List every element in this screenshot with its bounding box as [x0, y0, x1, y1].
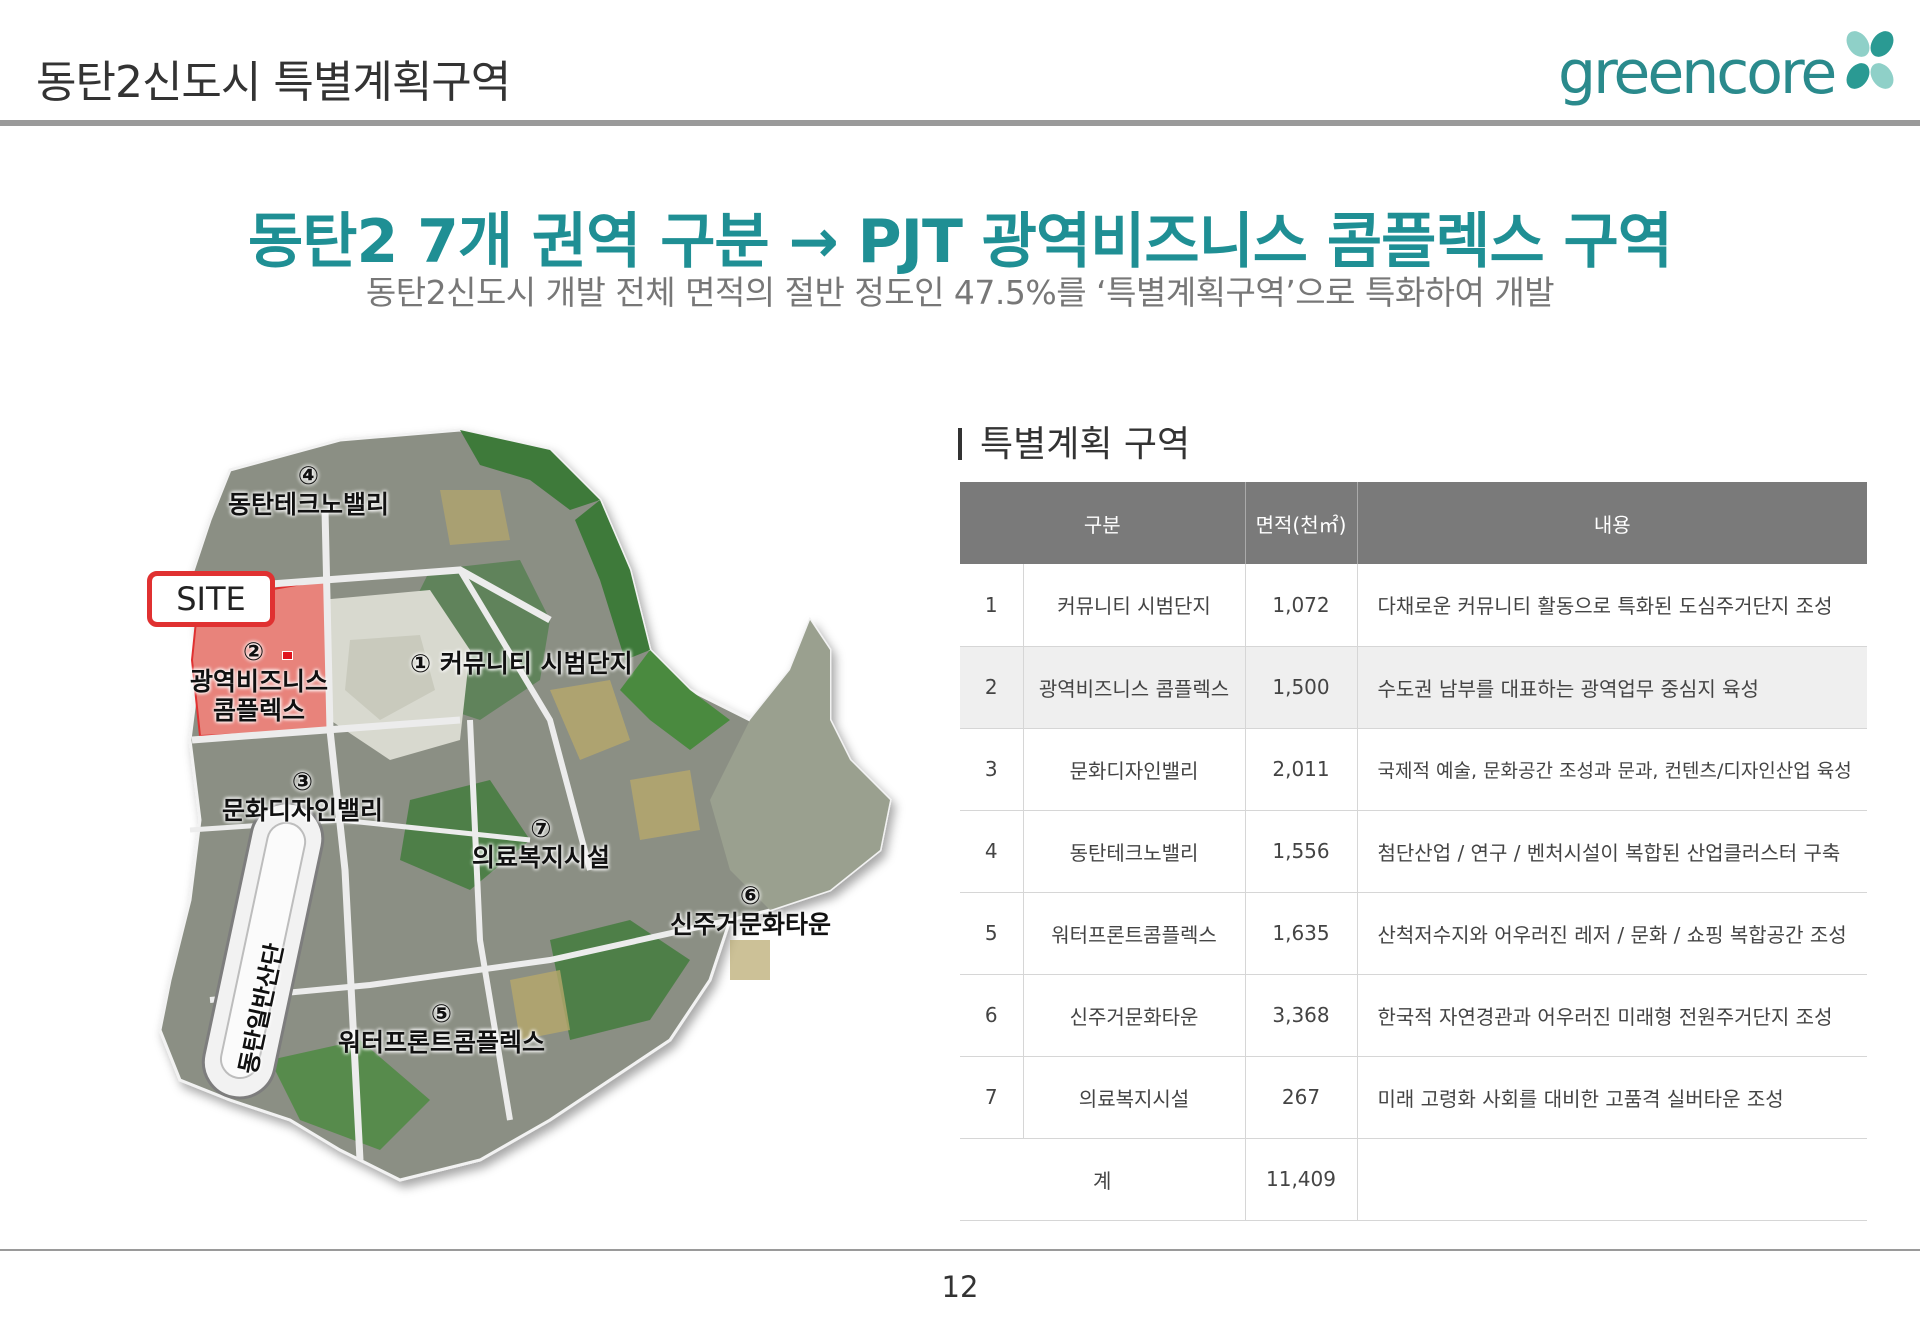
page-title: 동탄2신도시 특별계획구역 [36, 57, 511, 108]
table-header-row: 구분 면적(천㎡) 내용 [960, 482, 1867, 564]
zone-label-1: ① 커뮤니티 시범단지 [410, 649, 633, 678]
row-name: 의료복지시설 [1023, 1056, 1246, 1139]
row-area: 2,011 [1245, 728, 1358, 811]
header-area: 면적(천㎡) [1245, 482, 1358, 564]
header-divider [0, 120, 1920, 126]
row-desc: 미래 고령화 사회를 대비한 고품격 실버타운 조성 [1357, 1056, 1867, 1139]
row-number: 4 [960, 810, 1024, 893]
row-name: 신주거문화타운 [1023, 974, 1246, 1057]
page-number: 12 [941, 1270, 979, 1304]
zone-label-6: ⑥ 신주거문화타운 [670, 881, 832, 939]
row-number: 5 [960, 892, 1024, 975]
total-label: 계 [960, 1138, 1246, 1221]
table-row: 5 워터프론트콤플렉스 1,635 산척저수지와 어우러진 레저 / 문화 / … [960, 892, 1867, 975]
row-name: 워터프론트콤플렉스 [1023, 892, 1246, 975]
row-desc: 산척저수지와 어우러진 레저 / 문화 / 쇼핑 복합공간 조성 [1357, 892, 1867, 975]
table-row: 3 문화디자인밸리 2,011 국제적 예술, 문화공간 조성과 문과, 컨텐츠… [960, 728, 1867, 811]
zone-label-3: ③ 문화디자인밸리 [222, 767, 384, 825]
zone-label-2: 광역비즈니스 콤플렉스 [190, 667, 329, 725]
row-desc: 수도권 남부를 대표하는 광역업무 중심지 육성 [1357, 646, 1867, 729]
row-name: 광역비즈니스 콤플렉스 [1023, 646, 1246, 729]
zone-label-2-num: ② [243, 637, 265, 666]
zone-table: 구분 면적(천㎡) 내용 1 커뮤니티 시범단지 1,072 다채로운 커뮤니티… [960, 482, 1867, 1221]
header-content: 내용 [1357, 482, 1867, 564]
table-row: 7 의료복지시설 267 미래 고령화 사회를 대비한 고품격 실버타운 조성 [960, 1056, 1867, 1139]
row-area: 1,072 [1245, 564, 1358, 647]
total-area: 11,409 [1245, 1138, 1358, 1221]
table-row: 2 광역비즈니스 콤플렉스 1,500 수도권 남부를 대표하는 광역업무 중심… [960, 646, 1867, 729]
total-desc [1357, 1138, 1867, 1221]
row-name: 문화디자인밸리 [1023, 728, 1246, 811]
row-desc: 한국적 자연경관과 어우러진 미래형 전원주거단지 조성 [1357, 974, 1867, 1057]
subheadline: 동탄2신도시 개발 전체 면적의 절반 정도인 47.5%를 ‘특별계획구역’으… [365, 273, 1555, 312]
row-area: 1,500 [1245, 646, 1358, 729]
section-title-bar [958, 428, 962, 460]
row-number: 1 [960, 564, 1024, 647]
row-desc: 첨단산업 / 연구 / 벤처시설이 복합된 산업클러스터 구축 [1357, 810, 1867, 893]
logo-text: greencore [1558, 38, 1837, 108]
row-number: 2 [960, 646, 1024, 729]
row-number: 7 [960, 1056, 1024, 1139]
zone-label-5: ⑤ 워터프론트콤플렉스 [338, 999, 546, 1057]
zone-label-7: ⑦ 의료복지시설 [472, 814, 611, 872]
table-row: 1 커뮤니티 시범단지 1,072 다채로운 커뮤니티 활동으로 특화된 도심주… [960, 564, 1867, 647]
row-desc: 국제적 예술, 문화공간 조성과 문과, 컨텐츠/디자인산업 육성 [1357, 728, 1867, 811]
row-name: 커뮤니티 시범단지 [1023, 564, 1246, 647]
row-number: 6 [960, 974, 1024, 1057]
header-category: 구분 [960, 482, 1246, 564]
table-total-row: 계 11,409 [960, 1138, 1867, 1221]
row-area: 267 [1245, 1056, 1358, 1139]
row-area: 3,368 [1245, 974, 1358, 1057]
table-row: 6 신주거문화타운 3,368 한국적 자연경관과 어우러진 미래형 전원주거단… [960, 974, 1867, 1057]
row-name: 동탄테크노밸리 [1023, 810, 1246, 893]
footer-divider [0, 1249, 1920, 1251]
zone-map: SITE ④ 동탄테크노밸리 ② 광역비즈니스 콤플렉스 ① 커뮤니티 시범단지 ③… [130, 420, 920, 1220]
row-area: 1,556 [1245, 810, 1358, 893]
site-marker [282, 651, 293, 660]
row-area: 1,635 [1245, 892, 1358, 975]
logo-mark-icon [1846, 31, 1894, 89]
row-desc: 다채로운 커뮤니티 활동으로 특화된 도심주거단지 조성 [1357, 564, 1867, 647]
greencore-logo: greencore [1558, 26, 1898, 108]
site-callout: SITE [147, 571, 275, 627]
zone-label-4: ④ 동탄테크노밸리 [228, 461, 390, 519]
table-row: 4 동탄테크노밸리 1,556 첨단산업 / 연구 / 벤처시설이 복합된 산업… [960, 810, 1867, 893]
row-number: 3 [960, 728, 1024, 811]
section-title: 특별계획 구역 [958, 415, 1190, 467]
